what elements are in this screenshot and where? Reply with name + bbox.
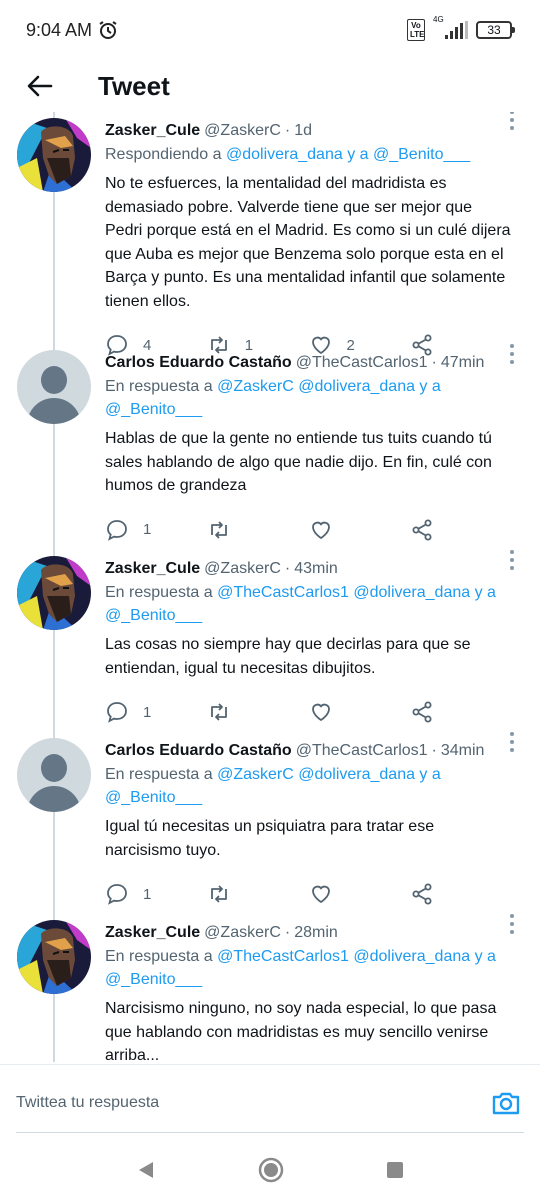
- like-button[interactable]: [309, 700, 411, 724]
- reply-button[interactable]: 1: [105, 518, 207, 542]
- author-handle: @ZaskerC: [204, 560, 281, 577]
- camera-icon[interactable]: [490, 1087, 522, 1119]
- status-time: 9:04 AM: [26, 19, 93, 40]
- tweet-header-row: Zasker_Cule @ZaskerC · 1d: [105, 120, 512, 142]
- share-icon: [412, 519, 432, 540]
- author-handle: @TheCastCarlos1: [295, 742, 428, 759]
- more-options-icon[interactable]: [506, 112, 518, 130]
- reply-button[interactable]: 1: [105, 700, 207, 724]
- tweet-time: 1d: [294, 122, 312, 139]
- avatar[interactable]: [17, 118, 91, 192]
- share-icon: [412, 883, 432, 905]
- retweet-icon: [210, 885, 227, 903]
- status-bar: 9:04 AM Vo LTE 4G 33: [0, 0, 540, 60]
- more-options-icon[interactable]: [506, 344, 518, 364]
- tweet[interactable]: Carlos Eduardo Castaño @TheCastCarlos1 ·…: [0, 338, 540, 544]
- tweet-header-row: Carlos Eduardo Castaño @TheCastCarlos1 ·…: [105, 740, 512, 762]
- nav-home-icon[interactable]: [257, 1156, 285, 1184]
- share-icon: [412, 701, 432, 723]
- replying-to: Respondiendo a @dolivera_dana y a @_Beni…: [105, 146, 471, 163]
- reply-icon: [107, 884, 127, 905]
- page-title: Tweet: [98, 70, 170, 101]
- retweet-button[interactable]: [207, 518, 309, 542]
- replying-to: En respuesta a @ZaskerC @dolivera_dana y…: [105, 766, 441, 806]
- tweet[interactable]: Zasker_Cule @ZaskerC · 1d Respondiendo a…: [0, 112, 540, 356]
- avatar[interactable]: [17, 920, 91, 994]
- replying-to: En respuesta a @TheCastCarlos1 @dolivera…: [105, 948, 496, 988]
- author-handle: @ZaskerC: [204, 924, 281, 941]
- reply-composer: Twittea tu respuesta: [0, 1064, 540, 1140]
- tweet-time: 28min: [294, 924, 338, 941]
- tweet-actions: 1: [105, 700, 512, 724]
- heart-icon: [311, 521, 330, 539]
- network-type: 4G: [433, 15, 444, 24]
- reply-count: 1: [143, 885, 152, 903]
- status-right: Vo LTE 4G 33: [407, 15, 515, 41]
- replying-to: En respuesta a @TheCastCarlos1 @dolivera…: [105, 584, 496, 624]
- tweet-time: 34min: [440, 742, 485, 759]
- tweet-text: Igual tú necesitas un psiquiatra para tr…: [105, 818, 435, 859]
- reply-button[interactable]: 1: [105, 882, 207, 906]
- author-name[interactable]: Zasker_Cule: [105, 922, 200, 944]
- author-name[interactable]: Zasker_Cule: [105, 558, 200, 580]
- avatar[interactable]: [17, 350, 91, 424]
- nav-recents-icon[interactable]: [385, 1160, 405, 1180]
- share-button[interactable]: [410, 518, 512, 542]
- back-button[interactable]: [20, 66, 60, 106]
- replying-to: En respuesta a @ZaskerC @dolivera_dana y…: [105, 378, 441, 418]
- share-button[interactable]: [410, 700, 512, 724]
- nav-back-icon[interactable]: [135, 1159, 157, 1181]
- signal-icon: 4G: [433, 15, 468, 39]
- volte-icon: Vo LTE: [407, 19, 425, 41]
- retweet-button[interactable]: [207, 882, 309, 906]
- avatar[interactable]: [17, 556, 91, 630]
- heart-icon: [311, 885, 330, 904]
- mention-links[interactable]: @dolivera_dana y a @_Benito___: [226, 146, 470, 163]
- reply-input[interactable]: Twittea tu respuesta: [16, 1094, 159, 1112]
- tweet-text: No te esfuerces, la mentalidad del madri…: [105, 175, 511, 310]
- tweet-actions: 1: [105, 518, 512, 542]
- tweet[interactable]: Carlos Eduardo Castaño @TheCastCarlos1 ·…: [0, 726, 540, 908]
- more-options-icon[interactable]: [506, 732, 518, 752]
- author-name[interactable]: Carlos Eduardo Castaño: [105, 352, 292, 374]
- tweet-time: 43min: [294, 560, 338, 577]
- tweet[interactable]: Zasker_Cule @ZaskerC · 43min En respuest…: [0, 544, 540, 726]
- avatar[interactable]: [17, 738, 91, 812]
- tweet-header: Tweet: [0, 60, 540, 112]
- heart-icon: [311, 703, 330, 722]
- battery-level: 33: [487, 23, 501, 37]
- tweet-header-row: Zasker_Cule @ZaskerC · 28min: [105, 922, 512, 944]
- author-handle: @TheCastCarlos1: [295, 354, 428, 371]
- status-left: 9:04 AM: [26, 20, 118, 41]
- retweet-button[interactable]: [207, 700, 309, 724]
- tweet[interactable]: Zasker_Cule @ZaskerC · 28min En respuest…: [0, 908, 540, 1062]
- battery-icon: 33: [476, 21, 515, 39]
- author-name[interactable]: Carlos Eduardo Castaño: [105, 740, 292, 762]
- more-options-icon[interactable]: [506, 550, 518, 570]
- tweet-actions: 1: [105, 882, 512, 906]
- retweet-icon: [210, 703, 227, 721]
- tweet-text: Narcisismo ninguno, no soy nada especial…: [105, 1000, 497, 1062]
- reply-thread[interactable]: Zasker_Cule @ZaskerC · 1d Respondiendo a…: [0, 112, 540, 1062]
- tweet-header-row: Carlos Eduardo Castaño @TheCastCarlos1 ·…: [105, 352, 512, 374]
- tweet-time: 47min: [440, 354, 485, 371]
- like-button[interactable]: [309, 518, 411, 542]
- arrow-left-icon: [27, 75, 53, 97]
- tweet-text: Las cosas no siempre hay que decirlas pa…: [105, 636, 471, 677]
- reply-icon: [107, 702, 127, 723]
- retweet-icon: [210, 520, 227, 539]
- share-button[interactable]: [410, 882, 512, 906]
- tweet-text: Hablas de que la gente no entiende tus t…: [105, 430, 492, 494]
- reply-count: 1: [143, 703, 152, 721]
- more-options-icon[interactable]: [506, 914, 518, 934]
- reply-count: 1: [143, 521, 152, 538]
- tweet-header-row: Zasker_Cule @ZaskerC · 43min: [105, 558, 512, 580]
- composer-underline: [16, 1132, 524, 1133]
- alarm-icon: [99, 21, 117, 39]
- system-nav-bar: [0, 1140, 540, 1200]
- like-button[interactable]: [309, 882, 411, 906]
- reply-icon: [107, 519, 127, 541]
- author-handle: @ZaskerC: [204, 122, 281, 139]
- author-name[interactable]: Zasker_Cule: [105, 120, 200, 142]
